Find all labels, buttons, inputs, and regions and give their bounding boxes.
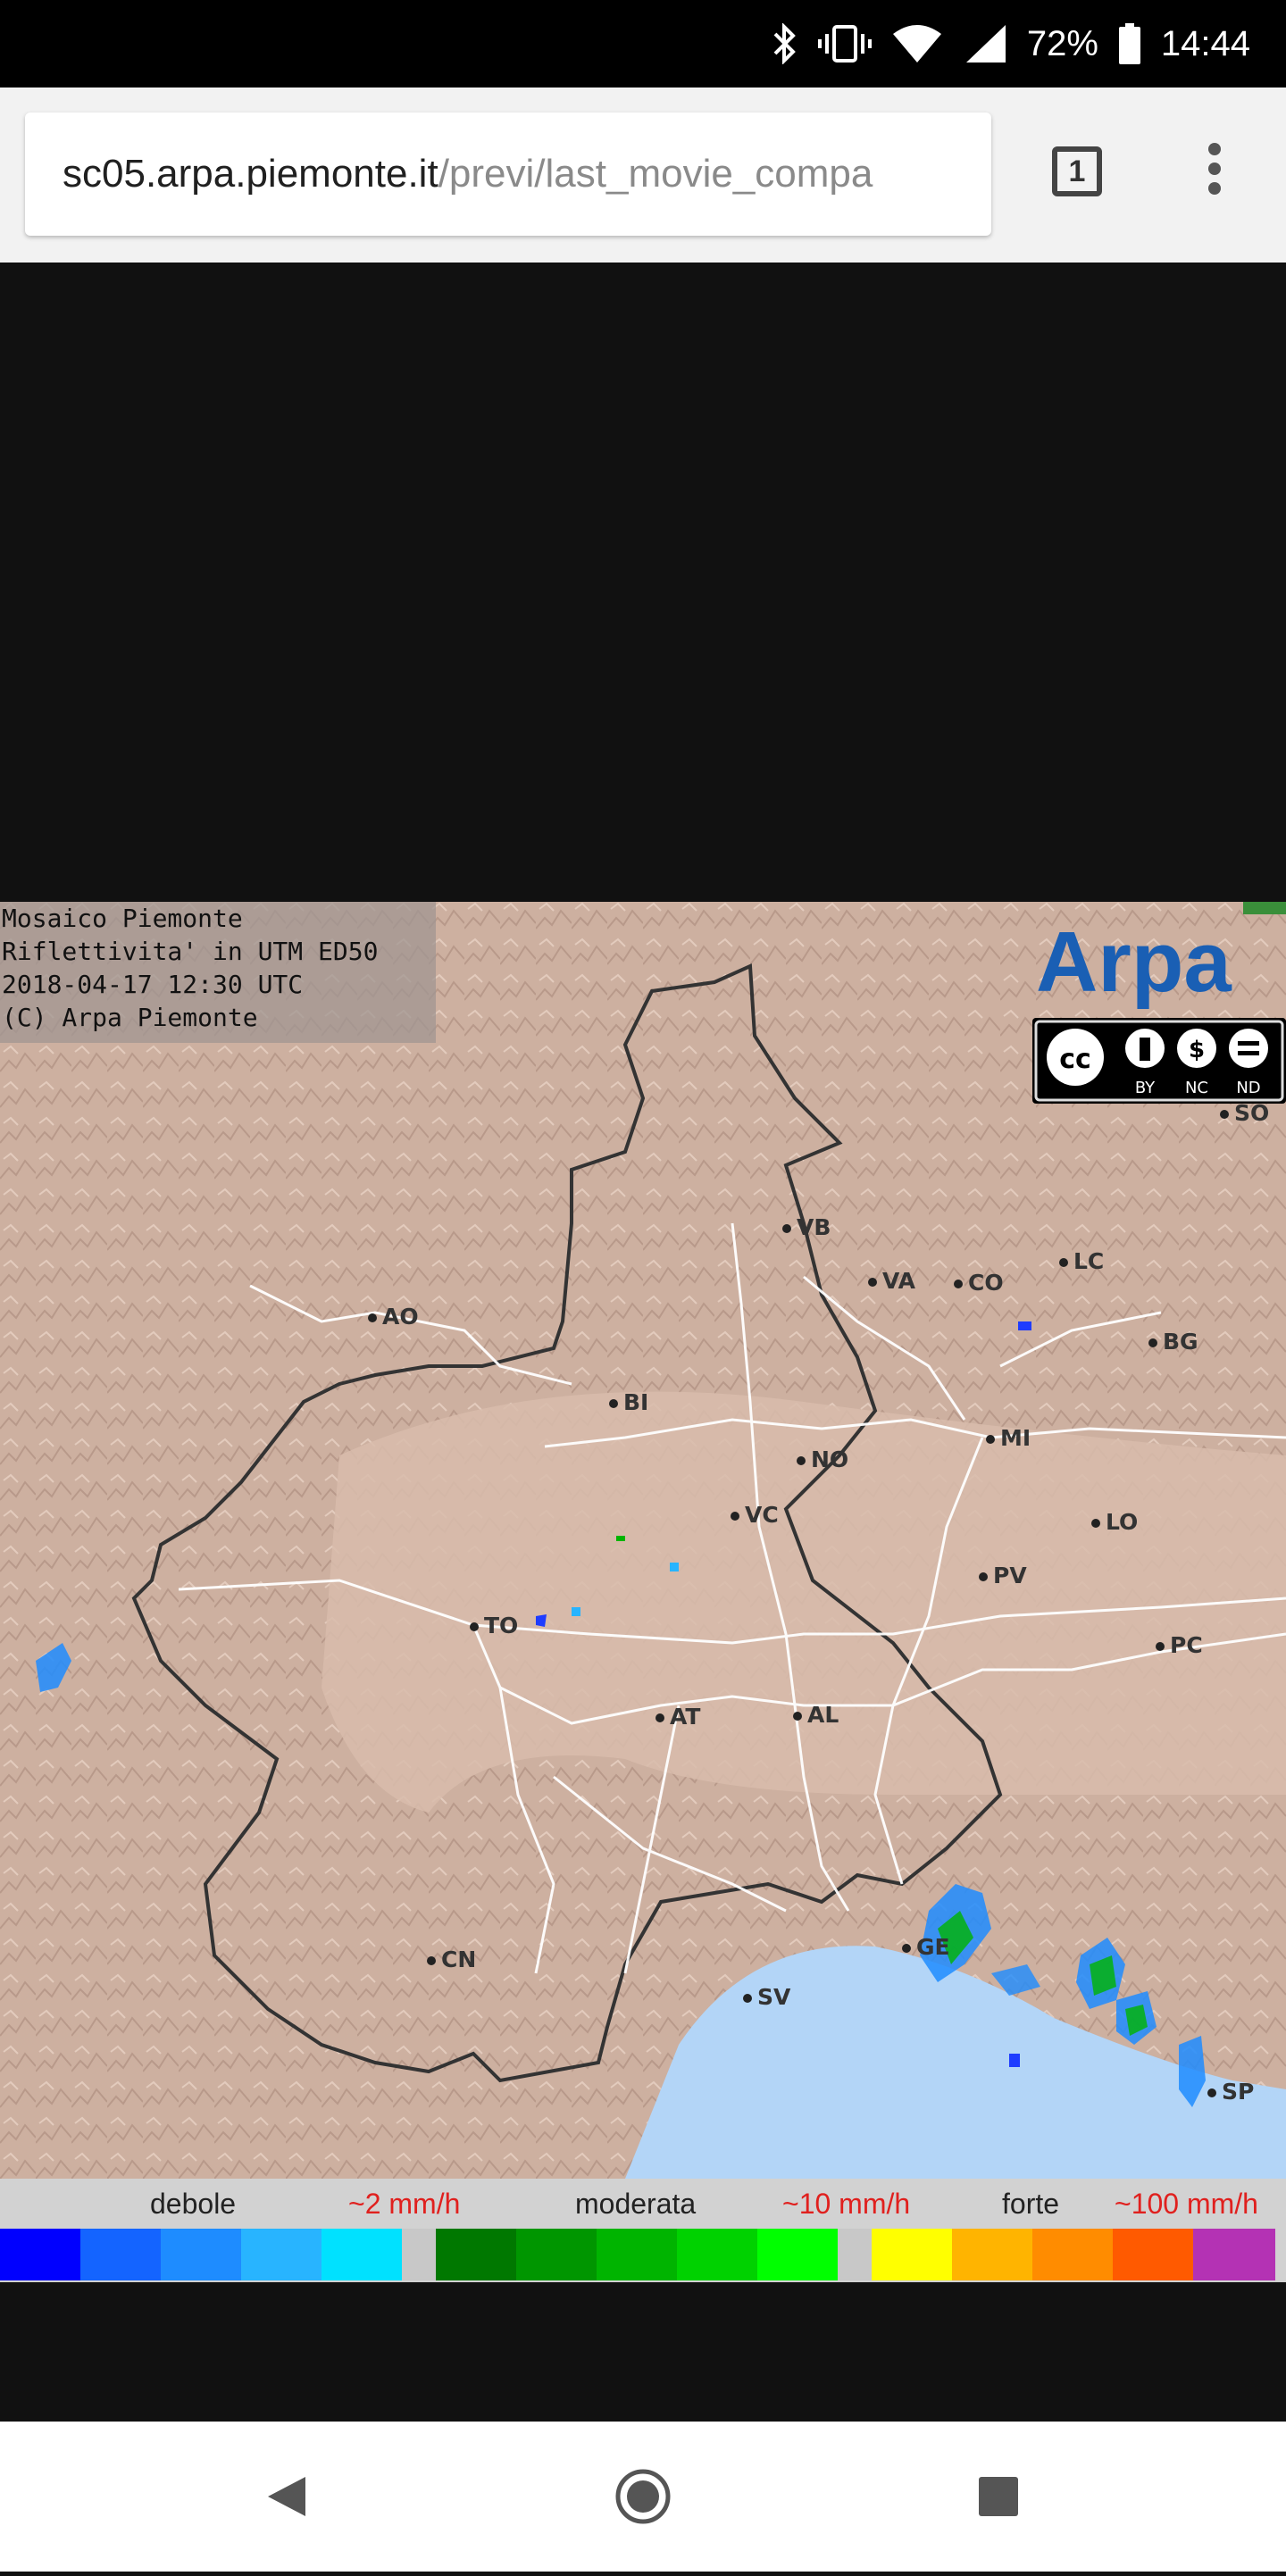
- city-label: BG: [1148, 1329, 1198, 1355]
- legend-color-swatch: [436, 2229, 516, 2280]
- city-label: NO: [797, 1446, 848, 1472]
- legend-color-swatch: [1113, 2229, 1193, 2280]
- city-label: SO: [1220, 1100, 1269, 1126]
- clock: 14:44: [1160, 23, 1250, 63]
- recents-button[interactable]: [963, 2461, 1034, 2532]
- city-label: VC: [731, 1502, 779, 1528]
- city-label: SP: [1207, 2079, 1254, 2105]
- city-label: CN: [427, 1947, 476, 1972]
- cc-label-nd: ND: [1236, 1079, 1260, 1097]
- cc-label-by: BY: [1135, 1079, 1156, 1097]
- city-label: VA: [868, 1268, 915, 1294]
- city-label: CO: [954, 1270, 1004, 1296]
- legend-color-swatch: [597, 2229, 677, 2280]
- legend-label-rate-low: ~2 mm/h: [348, 2188, 461, 2220]
- status-icons: 72% 14:44: [772, 0, 1250, 88]
- bluetooth-icon: [772, 23, 798, 64]
- page-content: Mosaico Piemonte Riflettivita' in UTM ED…: [0, 263, 1286, 2422]
- city-label: MI: [986, 1425, 1031, 1451]
- legend-color-swatch: [757, 2229, 838, 2280]
- city-label: LO: [1091, 1509, 1138, 1535]
- arpa-logo: Arpa: [1032, 902, 1286, 1018]
- legend-color-swatch: [1032, 2229, 1113, 2280]
- legend-label-debole: debole: [150, 2188, 237, 2220]
- wifi-icon: [891, 23, 943, 64]
- legend-color-swatch: [838, 2229, 872, 2280]
- legend-color-swatch: [402, 2229, 436, 2280]
- legend-color-swatch: [0, 2229, 80, 2280]
- legend-color-swatch: [677, 2229, 757, 2280]
- vibrate-icon: [817, 23, 872, 64]
- cc-label-nc: NC: [1185, 1079, 1208, 1097]
- battery-icon: [1118, 23, 1141, 64]
- info-line: Mosaico Piemonte: [2, 904, 243, 933]
- legend-label-rate-high: ~100 mm/h: [1115, 2188, 1258, 2220]
- info-line: Riflettivita' in UTM ED50: [2, 937, 379, 966]
- legend-color-swatch: [161, 2229, 241, 2280]
- url-host: sc05.arpa.piemonte.it: [63, 152, 438, 196]
- city-label: PC: [1156, 1632, 1203, 1658]
- precipitation-legend: debole ~2 mm/h moderata ~10 mm/h forte ~…: [0, 2179, 1286, 2282]
- url-text[interactable]: sc05.arpa.piemonte.it/previ/last_movie_c…: [63, 113, 991, 236]
- legend-color-strip: [0, 2229, 1286, 2282]
- cc-license-badge: cc $ BY NC ND: [1032, 1018, 1286, 1104]
- city-label: AO: [368, 1304, 419, 1330]
- city-label: AT: [656, 1704, 700, 1730]
- legend-color-swatch: [952, 2229, 1032, 2280]
- home-button[interactable]: [607, 2461, 679, 2532]
- svg-text:cc: cc: [1059, 1044, 1091, 1075]
- legend-color-swatch: [1193, 2229, 1275, 2280]
- browser-toolbar: sc05.arpa.piemonte.it/previ/last_movie_c…: [0, 88, 1286, 263]
- map-info-box: Mosaico Piemonte Riflettivita' in UTM ED…: [0, 902, 436, 1043]
- back-button[interactable]: [250, 2461, 322, 2532]
- city-label: GE: [902, 1934, 950, 1960]
- info-line: 2018-04-17 12:30 UTC: [2, 970, 304, 999]
- city-label: LC: [1059, 1248, 1104, 1274]
- legend-color-swatch: [322, 2229, 402, 2280]
- tab-switcher-button[interactable]: 1: [1052, 146, 1102, 196]
- status-bar: 72% 14:44: [0, 0, 1286, 88]
- legend-color-swatch: [516, 2229, 597, 2280]
- legend-label-forte: forte: [1002, 2188, 1060, 2220]
- url-bar[interactable]: sc05.arpa.piemonte.it/previ/last_movie_c…: [25, 113, 991, 236]
- android-nav-bar: [0, 2422, 1286, 2572]
- legend-label-moderata: moderata: [575, 2188, 697, 2220]
- city-label: AL: [793, 1702, 839, 1728]
- legend-color-swatch: [80, 2229, 161, 2280]
- svg-text:$: $: [1189, 1037, 1205, 1063]
- info-line: (C) Arpa Piemonte: [2, 1003, 258, 1032]
- legend-color-swatch: [872, 2229, 952, 2280]
- overflow-menu-icon[interactable]: [1202, 143, 1227, 205]
- legend-label-rate-mid: ~10 mm/h: [782, 2188, 911, 2220]
- radar-map: Mosaico Piemonte Riflettivita' in UTM ED…: [0, 902, 1286, 2179]
- city-label: VB: [782, 1214, 831, 1240]
- legend-color-swatch: [241, 2229, 322, 2280]
- city-label: BI: [609, 1389, 648, 1415]
- battery-percent: 72%: [1026, 23, 1098, 63]
- signal-icon: [963, 23, 1007, 64]
- city-label: SV: [743, 1984, 790, 2010]
- arpa-logo-text: Arpa: [1036, 914, 1232, 1010]
- url-path: /previ/last_movie_compa: [438, 152, 873, 196]
- city-label: TO: [470, 1613, 518, 1638]
- city-label: PV: [979, 1563, 1027, 1588]
